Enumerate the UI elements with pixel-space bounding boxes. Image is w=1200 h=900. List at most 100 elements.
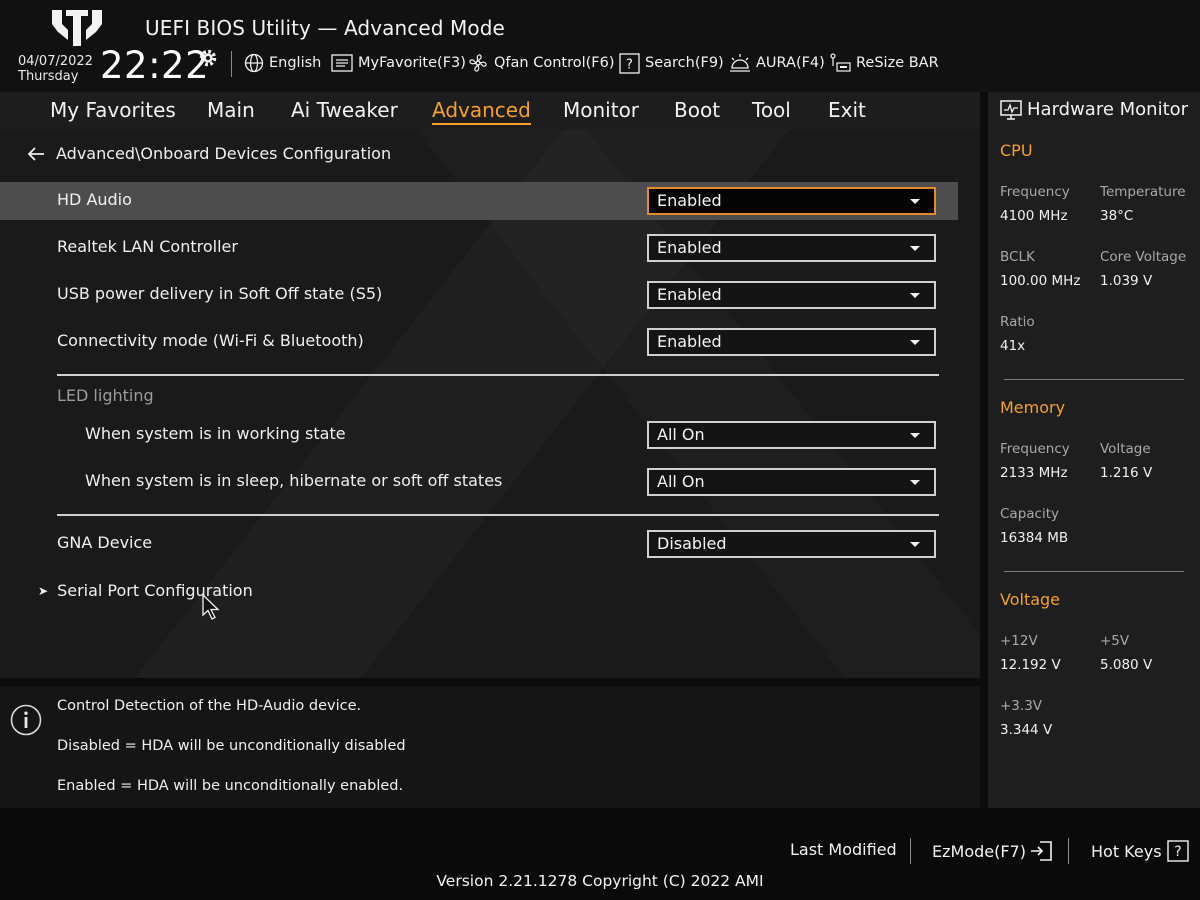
hardware-monitor-panel: Hardware Monitor CPU Frequency 4100 MHz …	[988, 92, 1200, 808]
tab-exit[interactable]: Exit	[828, 98, 866, 122]
back-arrow-icon[interactable]	[26, 146, 46, 162]
caret-down-icon	[910, 246, 920, 251]
day-text: Thursday	[18, 69, 79, 84]
search-label: Search(F9)	[645, 55, 724, 71]
ratio-value: 41x	[1000, 338, 1026, 354]
select-value: Disabled	[657, 534, 727, 553]
select-value: Enabled	[657, 191, 722, 210]
v12-label: +12V	[1000, 633, 1038, 649]
qfan-control-button[interactable]: Qfan Control(F6)	[467, 52, 615, 74]
ezmode-label: EzMode(F7)	[932, 841, 1026, 861]
setting-row-led-working[interactable]: When system is in working state All On	[0, 416, 958, 454]
breadcrumb[interactable]: Advanced\Onboard Devices Configuration	[26, 144, 391, 163]
tab-advanced[interactable]: Advanced	[432, 98, 531, 125]
setting-label: Realtek LAN Controller	[57, 237, 238, 256]
setting-row-hd-audio[interactable]: HD Audio Enabled	[0, 182, 958, 220]
resize-bar-button[interactable]: ReSize BAR	[829, 52, 939, 74]
resize-bar-icon	[830, 53, 851, 72]
setting-row-gna[interactable]: GNA Device Disabled	[0, 525, 958, 563]
setting-row-connectivity[interactable]: Connectivity mode (Wi-Fi & Bluetooth) En…	[0, 323, 958, 361]
exit-to-ezmode-icon	[1030, 841, 1052, 861]
setting-row-lan[interactable]: Realtek LAN Controller Enabled	[0, 229, 958, 267]
resize-bar-label: ReSize BAR	[856, 55, 939, 71]
v5-value: 5.080 V	[1100, 657, 1153, 673]
info-icon	[10, 704, 42, 736]
v12-value: 12.192 V	[1000, 657, 1061, 673]
bclk-value: 100.00 MHz	[1000, 273, 1081, 289]
tab-boot[interactable]: Boot	[674, 98, 720, 122]
aura-light-icon	[730, 54, 750, 72]
connectivity-select[interactable]: Enabled	[647, 328, 936, 356]
search-button[interactable]: ? Search(F9)	[619, 52, 724, 74]
mouse-cursor-icon	[202, 594, 220, 620]
hw-divider	[1004, 379, 1184, 380]
date-text: 04/07/2022	[18, 54, 93, 69]
tab-main[interactable]: Main	[207, 98, 255, 122]
select-value: All On	[657, 472, 705, 491]
monitor-icon	[1000, 99, 1022, 120]
led-working-select[interactable]: All On	[647, 421, 936, 449]
gear-icon[interactable]	[197, 47, 219, 69]
tab-ai-tweaker[interactable]: Ai Tweaker	[291, 98, 398, 122]
help-text: Control Detection of the HD-Audio device…	[57, 698, 362, 714]
main-nav: My Favorites Main Ai Tweaker Advanced Mo…	[0, 92, 980, 130]
help-panel: Control Detection of the HD-Audio device…	[0, 686, 980, 808]
led-sleep-select[interactable]: All On	[647, 468, 936, 496]
hotkeys-label: Hot Keys	[1091, 841, 1162, 861]
tab-monitor[interactable]: Monitor	[563, 98, 639, 122]
clock: 22:22	[100, 44, 210, 87]
lan-controller-select[interactable]: Enabled	[647, 234, 936, 262]
footer-divider	[910, 838, 911, 864]
footer-divider	[1068, 838, 1069, 864]
caret-down-icon	[910, 542, 920, 547]
select-value: Enabled	[657, 238, 722, 257]
memory-frequency-label: Frequency	[1000, 441, 1070, 457]
favorite-list-icon	[331, 54, 353, 72]
section-divider	[57, 514, 939, 516]
language-button[interactable]: English	[244, 52, 321, 74]
date-display: 04/07/2022 Thursday	[18, 54, 93, 84]
setting-row-led-sleep[interactable]: When system is in sleep, hibernate or so…	[0, 463, 958, 501]
hotkeys-button[interactable]: Hot Keys ?	[1091, 840, 1190, 862]
help-text: Enabled = HDA will be unconditionally en…	[57, 778, 404, 794]
aura-label: AURA(F4)	[756, 55, 825, 71]
cpu-temperature-value: 38°C	[1100, 208, 1134, 224]
caret-down-icon	[910, 433, 920, 438]
svg-text:?: ?	[1174, 844, 1181, 860]
aura-button[interactable]: AURA(F4)	[729, 52, 825, 74]
caret-down-icon	[910, 340, 920, 345]
submenu-arrow-icon: ➤	[38, 583, 49, 598]
header-divider	[231, 51, 232, 77]
hardware-monitor-title: Hardware Monitor	[1000, 99, 1188, 120]
core-voltage-value: 1.039 V	[1100, 273, 1153, 289]
hd-audio-select[interactable]: Enabled	[647, 187, 936, 215]
tuf-logo-icon	[52, 10, 102, 46]
setting-label: USB power delivery in Soft Off state (S5…	[57, 284, 383, 303]
core-voltage-label: Core Voltage	[1100, 249, 1187, 265]
last-modified-button[interactable]: Last Modified	[790, 840, 897, 859]
caret-down-icon	[910, 293, 920, 298]
hw-title-text: Hardware Monitor	[1027, 99, 1189, 120]
memory-section-title: Memory	[1000, 398, 1066, 417]
myfavorite-button[interactable]: MyFavorite(F3)	[331, 52, 466, 74]
cpu-frequency-label: Frequency	[1000, 184, 1070, 200]
usb-power-select[interactable]: Enabled	[647, 281, 936, 309]
svg-text:?: ?	[626, 57, 633, 72]
caret-down-icon	[910, 199, 920, 204]
section-divider	[57, 374, 939, 376]
search-help-icon: ?	[619, 52, 640, 74]
tab-tool[interactable]: Tool	[752, 98, 791, 122]
myfavorite-label: MyFavorite(F3)	[358, 55, 466, 71]
help-text: Disabled = HDA will be unconditionally d…	[57, 738, 406, 754]
setting-label: GNA Device	[57, 533, 153, 552]
header-bar: UEFI BIOS Utility — Advanced Mode 04/07/…	[0, 0, 1200, 92]
language-label: English	[269, 55, 322, 71]
help-box-icon: ?	[1166, 840, 1189, 862]
ezmode-button[interactable]: EzMode(F7)	[932, 840, 1054, 862]
tab-my-favorites[interactable]: My Favorites	[50, 98, 176, 122]
hw-divider	[1004, 571, 1184, 572]
gna-device-select[interactable]: Disabled	[647, 530, 936, 558]
app-title: UEFI BIOS Utility — Advanced Mode	[145, 16, 505, 40]
memory-voltage-value: 1.216 V	[1100, 465, 1153, 481]
setting-row-usb-power[interactable]: USB power delivery in Soft Off state (S5…	[0, 276, 958, 314]
